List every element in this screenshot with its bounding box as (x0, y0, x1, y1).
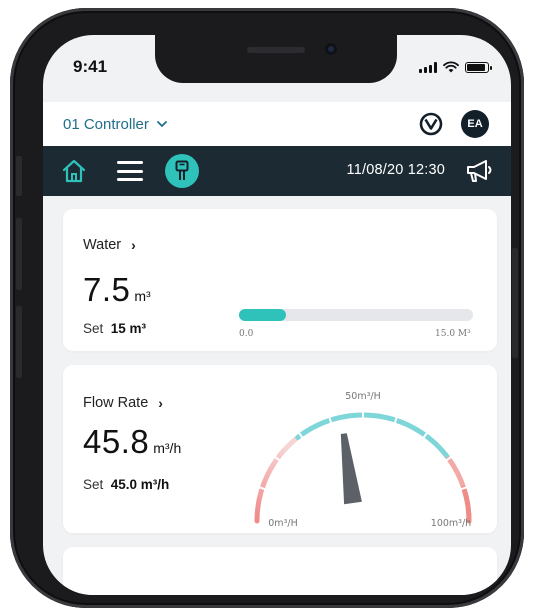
volume-down-button (16, 306, 22, 378)
water-progress-bar (239, 309, 473, 321)
volume-up-button (16, 218, 22, 290)
gauge-mid-label: 50m³/H (345, 391, 381, 402)
user-avatar[interactable]: EA (461, 110, 489, 138)
flow-title-link[interactable]: Flow Rate › (83, 395, 163, 411)
power-button (512, 248, 518, 358)
controller-name: 01 Controller (63, 116, 149, 133)
megaphone-icon[interactable] (465, 158, 495, 184)
controller-selector[interactable]: 01 Controller (63, 116, 167, 133)
gauge-high-arc-end (461, 485, 472, 524)
water-set-value: 15 m³ (110, 321, 147, 336)
flow-set-value: 45.0 m³/h (110, 477, 170, 492)
flow-rate-card[interactable]: Flow Rate › 45.8 m³/h Set 45.0 m³/h 50m³… (63, 365, 497, 533)
gauge-needle (340, 433, 362, 505)
gauge-min-label: 0m³/H (268, 518, 297, 529)
water-unit: m³ (134, 288, 151, 304)
phone-frame: 9:41 01 Controller EA 11/08/20 12:30 Wat… (10, 8, 524, 608)
water-progress-fill (239, 309, 286, 321)
flow-unit: m³/h (153, 440, 182, 456)
gauge-normal-arc (295, 412, 452, 462)
flow-setpoint: Set 45.0 m³/h (83, 477, 169, 492)
cell-signal-icon (419, 62, 437, 73)
front-camera (325, 43, 337, 55)
controller-bar: 01 Controller EA (43, 102, 511, 146)
flow-gauge: 50m³/H 0m³/H 100m³/h (254, 391, 472, 529)
next-card (63, 547, 497, 595)
water-progress-min: 0.0 (239, 329, 254, 339)
flow-title: Flow Rate (83, 395, 149, 411)
controller-device-button[interactable] (165, 154, 199, 188)
home-icon[interactable] (61, 158, 87, 184)
water-set-label: Set (83, 321, 104, 336)
chevron-right-icon: › (131, 237, 136, 253)
water-value: 7.5 (83, 271, 131, 308)
water-progress-max: 15.0 M³ (435, 329, 471, 339)
notch (155, 35, 397, 83)
water-value-display: 7.5 m³ (83, 271, 151, 309)
chevron-down-icon (156, 121, 167, 128)
chevron-right-icon: › (158, 395, 163, 411)
water-title-link[interactable]: Water › (83, 237, 136, 253)
water-card[interactable]: Water › 7.5 m³ Set 15 m³ 0.0 15.0 M³ (63, 209, 497, 351)
flow-value-display: 45.8 m³/h (83, 423, 181, 461)
gauge-low-arc (254, 434, 301, 524)
hamburger-menu-icon[interactable] (117, 161, 143, 181)
status-time: 9:41 (73, 57, 108, 76)
water-title: Water (83, 237, 122, 253)
gauge-max-label: 100m³/h (431, 518, 471, 529)
controller-device-icon (175, 160, 189, 180)
flow-set-label: Set (83, 477, 104, 492)
mute-switch (16, 156, 22, 196)
battery-icon (465, 62, 492, 73)
wifi-icon (443, 61, 459, 73)
top-nav-bar: 11/08/20 12:30 (43, 146, 511, 196)
nav-datetime: 11/08/20 12:30 (346, 162, 445, 178)
water-setpoint: Set 15 m³ (83, 321, 146, 336)
speaker (247, 47, 305, 53)
flow-value: 45.8 (83, 423, 150, 460)
screen: 9:41 01 Controller EA 11/08/20 12:30 Wat… (43, 35, 511, 595)
status-icons (419, 61, 492, 73)
brand-logo-icon[interactable] (419, 112, 443, 136)
